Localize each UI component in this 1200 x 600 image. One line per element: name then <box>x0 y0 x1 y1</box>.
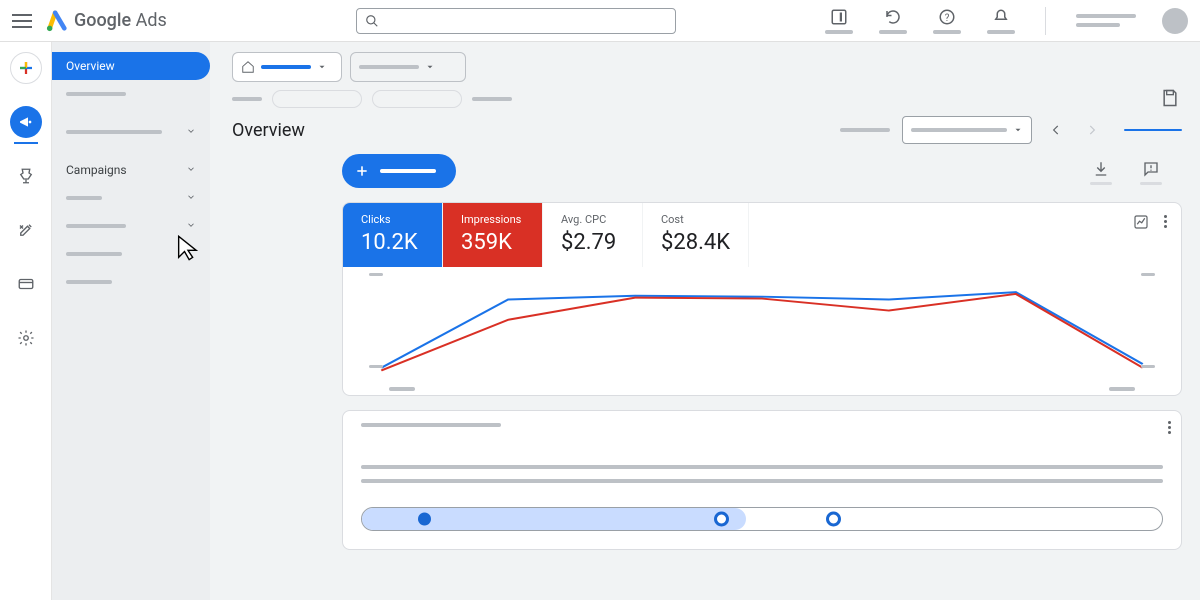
help-icon[interactable]: ? <box>933 8 961 34</box>
plus-icon <box>17 59 35 77</box>
active-date-indicator <box>1124 129 1182 131</box>
chevron-down-icon <box>186 220 196 230</box>
product-name: Google Ads <box>74 10 167 31</box>
recommendations-card <box>342 410 1182 550</box>
filter-chip[interactable] <box>372 90 462 108</box>
main-content: Overview Cl <box>210 42 1200 600</box>
metric-impressions[interactable]: Impressions 359K <box>443 203 543 267</box>
card-menu-icon[interactable] <box>1168 419 1171 436</box>
caret-down-icon <box>425 62 435 72</box>
sidebar-item-overview[interactable]: Overview <box>52 52 210 80</box>
side-panel: Overview Campaigns <box>52 42 210 600</box>
performance-chart <box>343 267 1181 395</box>
sidebar-item-label: Campaigns <box>66 163 127 177</box>
plus-icon <box>354 163 370 179</box>
notifications-icon[interactable] <box>987 8 1015 34</box>
performance-card: Clicks 10.2K Impressions 359K Avg. CPC $… <box>342 202 1182 396</box>
hamburger-menu-icon[interactable] <box>12 11 32 31</box>
filter-chip[interactable] <box>272 90 362 108</box>
account-scope-select[interactable] <box>232 52 342 82</box>
app-header: Google Ads ? <box>0 0 1200 42</box>
caret-down-icon <box>317 62 327 72</box>
card-menu-icon[interactable] <box>1164 213 1167 267</box>
product-logo[interactable]: Google Ads <box>46 10 167 32</box>
sidebar-item[interactable] <box>52 212 210 240</box>
home-icon <box>241 60 255 74</box>
feedback-icon[interactable] <box>1140 160 1162 185</box>
date-prev-button[interactable] <box>1044 118 1068 142</box>
search-icon <box>365 14 379 28</box>
metric-clicks[interactable]: Clicks 10.2K <box>343 203 443 267</box>
sidebar-item-campaigns[interactable]: Campaigns <box>52 156 210 184</box>
account-switcher[interactable] <box>1076 14 1136 27</box>
page-title: Overview <box>232 120 305 141</box>
caret-down-icon <box>1013 125 1023 135</box>
date-range-select[interactable] <box>902 116 1032 144</box>
optimization-track[interactable] <box>361 507 1163 531</box>
rail-settings-icon[interactable] <box>10 322 42 354</box>
sidebar-item[interactable] <box>52 240 210 268</box>
metric-cost[interactable]: Cost $28.4K <box>643 203 749 267</box>
create-button[interactable] <box>10 52 42 84</box>
rail-billing-icon[interactable] <box>10 268 42 300</box>
date-next-button <box>1080 118 1104 142</box>
timeline-marker[interactable] <box>826 512 841 527</box>
filter-chips <box>232 90 1182 108</box>
rail-goals-icon[interactable] <box>10 160 42 192</box>
svg-text:?: ? <box>945 12 950 23</box>
metric-avg-cpc[interactable]: Avg. CPC $2.79 <box>543 203 643 267</box>
sidebar-item-label: Overview <box>66 59 115 73</box>
save-view-icon[interactable] <box>1160 88 1182 110</box>
chevron-down-icon <box>186 164 196 174</box>
avatar[interactable] <box>1162 8 1188 34</box>
chevron-down-icon <box>186 126 196 136</box>
timeline-marker[interactable] <box>714 512 729 527</box>
header-actions: ? <box>825 7 1188 35</box>
sidebar-item[interactable] <box>52 80 210 108</box>
download-icon[interactable] <box>1090 160 1112 185</box>
campaign-scope-select[interactable] <box>350 52 466 82</box>
sidebar-item[interactable] <box>52 268 210 296</box>
rail-tools-icon[interactable] <box>10 214 42 246</box>
expand-chart-icon[interactable] <box>1132 213 1150 231</box>
nav-rail <box>0 42 52 600</box>
new-campaign-button[interactable] <box>342 154 456 188</box>
refresh-icon[interactable] <box>879 8 907 34</box>
sidebar-item[interactable] <box>52 184 210 212</box>
chevron-down-icon <box>186 192 196 202</box>
search-input[interactable] <box>356 8 676 34</box>
sidebar-item[interactable] <box>52 118 210 146</box>
rail-campaigns-icon[interactable] <box>10 106 42 138</box>
reports-icon[interactable] <box>825 8 853 34</box>
google-ads-logo-icon <box>46 10 68 32</box>
timeline-marker[interactable] <box>418 513 431 526</box>
